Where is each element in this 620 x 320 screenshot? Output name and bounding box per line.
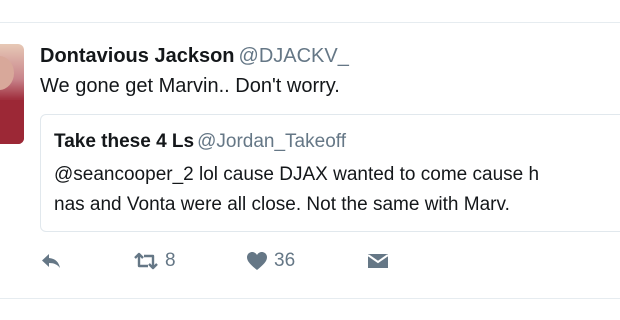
retweet-icon <box>134 252 158 270</box>
quoted-author-handle: @Jordan_Takeoff <box>197 131 346 152</box>
heart-icon <box>247 252 267 270</box>
avatar-face <box>0 56 14 90</box>
user-avatar[interactable] <box>0 44 24 144</box>
envelope-icon <box>367 254 389 268</box>
avatar-shirt <box>0 100 24 144</box>
reply-button[interactable] <box>40 248 62 274</box>
retweet-count: 8 <box>165 250 176 271</box>
quoted-author-display-name: Take these 4 Ls <box>54 131 195 152</box>
author-handle[interactable]: @DJACKV_ <box>239 45 349 67</box>
retweet-button[interactable]: 8 <box>133 248 176 274</box>
author-display-name[interactable]: Dontavious Jackson <box>40 45 235 67</box>
direct-message-button[interactable] <box>367 248 389 274</box>
quoted-tweet-text-line-2: nas and Vonta were all close. Not the sa… <box>54 194 510 215</box>
quoted-tweet-text-line-1: @seancooper_2 lol cause DJAX wanted to c… <box>54 164 540 185</box>
like-count: 36 <box>274 250 296 271</box>
top-divider <box>0 22 620 23</box>
quoted-tweet-header: Take these 4 Ls @Jordan_Takeoff <box>54 130 346 154</box>
reply-icon <box>42 254 60 268</box>
tweet-text: We gone get Marvin.. Don't worry. <box>40 75 340 97</box>
bottom-divider <box>0 298 620 299</box>
quoted-tweet-card[interactable]: Take these 4 Ls @Jordan_Takeoff @seancoop… <box>40 114 620 232</box>
tweet-header: Dontavious Jackson @DJACKV_ <box>40 44 349 68</box>
like-button[interactable]: 36 <box>246 248 295 274</box>
